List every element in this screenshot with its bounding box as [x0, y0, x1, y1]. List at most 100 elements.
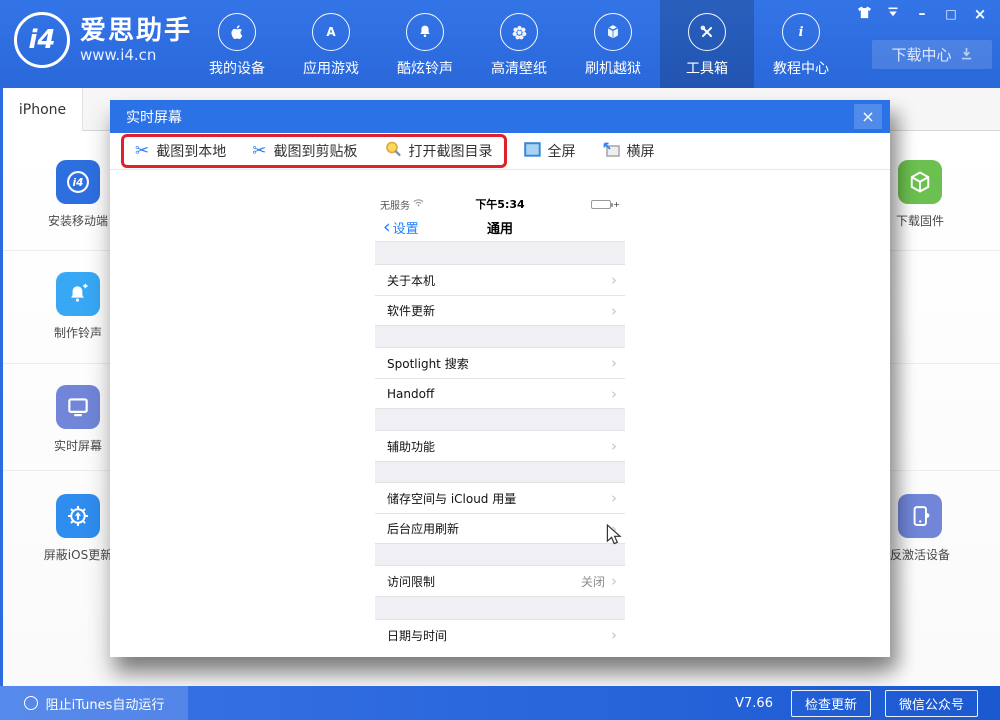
radio-circle-icon	[24, 696, 38, 710]
i4-logo-icon: i4	[14, 12, 70, 68]
check-update-button[interactable]: 检查更新	[791, 690, 871, 717]
carrier-label: 无服务	[380, 197, 410, 212]
toolbar-button-全屏[interactable]: 全屏	[524, 141, 576, 161]
svg-text:i4: i4	[73, 177, 84, 189]
chevron-right-icon: ›	[611, 626, 617, 644]
version-label: V7.66	[735, 696, 773, 711]
settings-row-日期与时间[interactable]: 日期与时间›	[375, 620, 625, 650]
dialog-header: 实时屏幕 ×	[110, 100, 890, 133]
view-buttons-group: 全屏 横屏	[524, 141, 655, 161]
menu-caret-icon	[887, 6, 899, 22]
toolbar-button-打开截图目录[interactable]: 打开截图目录	[384, 140, 493, 162]
chevron-right-icon: ›	[611, 302, 617, 320]
nav-item-教程中心[interactable]: i 教程中心	[754, 0, 848, 88]
settings-row-软件更新[interactable]: 软件更新›	[375, 295, 625, 325]
back-label: 设置	[393, 218, 419, 237]
nav-item-label: 工具箱	[686, 58, 728, 78]
minimize-icon: –	[919, 6, 926, 22]
scissors-icon: ✂	[135, 143, 149, 160]
settings-row-label: 访问限制	[387, 573, 581, 590]
toolbar-button-label: 横屏	[627, 141, 655, 161]
settings-row-label: 关于本机	[387, 272, 611, 289]
settings-row-后台应用刷新[interactable]: 后台应用刷新›	[375, 513, 625, 543]
nav-item-应用游戏[interactable]: A应用游戏	[284, 0, 378, 88]
window-left-border	[0, 88, 3, 686]
apple-icon	[218, 13, 256, 51]
dialog-title: 实时屏幕	[126, 107, 182, 127]
maximize-icon: □	[945, 6, 956, 22]
app-window: i4 爱思助手 www.i4.cn 我的设备A应用游戏酷炫铃声高清壁纸刷机越狱 工…	[0, 0, 1000, 720]
download-center-button[interactable]: 下载中心	[872, 40, 992, 69]
chevron-right-icon: ›	[611, 354, 617, 372]
close-icon: ×	[974, 5, 987, 23]
dialog-close-button[interactable]: ×	[854, 104, 882, 129]
nav-item-刷机越狱[interactable]: 刷机越狱	[566, 0, 660, 88]
carrier-area: 无服务	[380, 197, 452, 212]
tab-iphone[interactable]: iPhone	[3, 88, 83, 131]
window-maximize-button[interactable]: □	[941, 5, 961, 23]
list-group-gap	[375, 596, 625, 620]
nav-item-label: 应用游戏	[303, 58, 359, 78]
block-itunes-toggle[interactable]: 阻止iTunes自动运行	[0, 686, 188, 720]
download-icon	[960, 46, 973, 64]
i4-app-icon: i4	[56, 160, 100, 204]
live-screen-dialog: 实时屏幕 × ✂截图到本地✂截图到剪贴板打开截图目录全屏横屏 无服务 下午5:3…	[110, 100, 890, 657]
chevron-right-icon: ›	[611, 520, 617, 538]
list-group-gap	[375, 543, 625, 566]
window-skin-button[interactable]	[854, 5, 874, 23]
settings-row-关于本机[interactable]: 关于本机›	[375, 265, 625, 295]
screenshot-buttons-highlight: ✂截图到本地✂截图到剪贴板打开截图目录	[121, 134, 507, 168]
charging-icon: +	[613, 200, 620, 209]
settings-row-访问限制[interactable]: 访问限制关闭 ›	[375, 566, 625, 596]
back-chevron-icon: ‹	[383, 221, 391, 234]
chevron-right-icon: ›	[611, 572, 617, 590]
settings-row-辅助功能[interactable]: 辅助功能›	[375, 431, 625, 461]
fullscreen-icon	[524, 142, 541, 161]
magnifier-icon	[384, 140, 402, 162]
toolbar-button-截图到剪贴板[interactable]: ✂截图到剪贴板	[252, 141, 357, 161]
nav-item-我的设备[interactable]: 我的设备	[190, 0, 284, 88]
back-button[interactable]: ‹设置	[383, 218, 419, 237]
settings-row-label: 软件更新	[387, 302, 611, 319]
battery-icon	[591, 200, 611, 209]
toolbar-button-横屏[interactable]: 横屏	[602, 141, 655, 161]
nav-item-高清壁纸[interactable]: 高清壁纸	[472, 0, 566, 88]
nav-item-酷炫铃声[interactable]: 酷炫铃声	[378, 0, 472, 88]
nav-item-工具箱[interactable]: 工具箱	[660, 0, 754, 88]
firmware-cube-icon	[898, 160, 942, 204]
list-group-gap	[375, 325, 625, 348]
gear-update-icon	[56, 494, 100, 538]
chevron-right-icon: ›	[611, 489, 617, 507]
status-bar-right: V7.66 检查更新 微信公众号	[735, 690, 1000, 717]
nav-item-label: 酷炫铃声	[397, 58, 453, 78]
top-nav: 我的设备A应用游戏酷炫铃声高清壁纸刷机越狱 工具箱 i 教程中心	[190, 0, 848, 88]
list-group-gap	[375, 241, 625, 265]
toolbar-button-label: 全屏	[548, 141, 576, 161]
brand-text: 爱思助手 www.i4.cn	[80, 16, 192, 65]
app-url: www.i4.cn	[80, 46, 192, 65]
toolbar-button-label: 截图到剪贴板	[274, 141, 358, 161]
wifi-icon	[413, 198, 424, 210]
bell-icon	[406, 13, 444, 51]
window-controls: – □ ×	[854, 5, 990, 23]
window-close-button[interactable]: ×	[970, 5, 990, 23]
info-icon: i	[782, 13, 820, 51]
wechat-official-button[interactable]: 微信公众号	[885, 690, 978, 717]
jailbreak-box-icon	[594, 13, 632, 51]
window-menu-button[interactable]	[883, 5, 903, 23]
toolbar-button-截图到本地[interactable]: ✂截图到本地	[135, 141, 226, 161]
logo-text: i4	[28, 25, 55, 55]
settings-row-储存空间与 iCloud 用量[interactable]: 储存空间与 iCloud 用量›	[375, 483, 625, 513]
phone-nav-bar: ‹设置 通用	[375, 213, 625, 241]
settings-row-value: 关闭	[581, 573, 605, 590]
chevron-right-icon: ›	[611, 437, 617, 455]
phone-status-bar: 无服务 下午5:34 +	[375, 195, 625, 213]
settings-row-Spotlight 搜索[interactable]: Spotlight 搜索›	[375, 348, 625, 378]
window-minimize-button[interactable]: –	[912, 5, 932, 23]
nav-item-label: 刷机越狱	[585, 58, 641, 78]
nav-item-label: 教程中心	[773, 58, 829, 78]
device-deactivate-icon	[898, 494, 942, 538]
settings-row-Handoff[interactable]: Handoff›	[375, 378, 625, 408]
list-group-gap	[375, 461, 625, 483]
dialog-toolbar: ✂截图到本地✂截图到剪贴板打开截图目录全屏横屏	[110, 133, 890, 170]
